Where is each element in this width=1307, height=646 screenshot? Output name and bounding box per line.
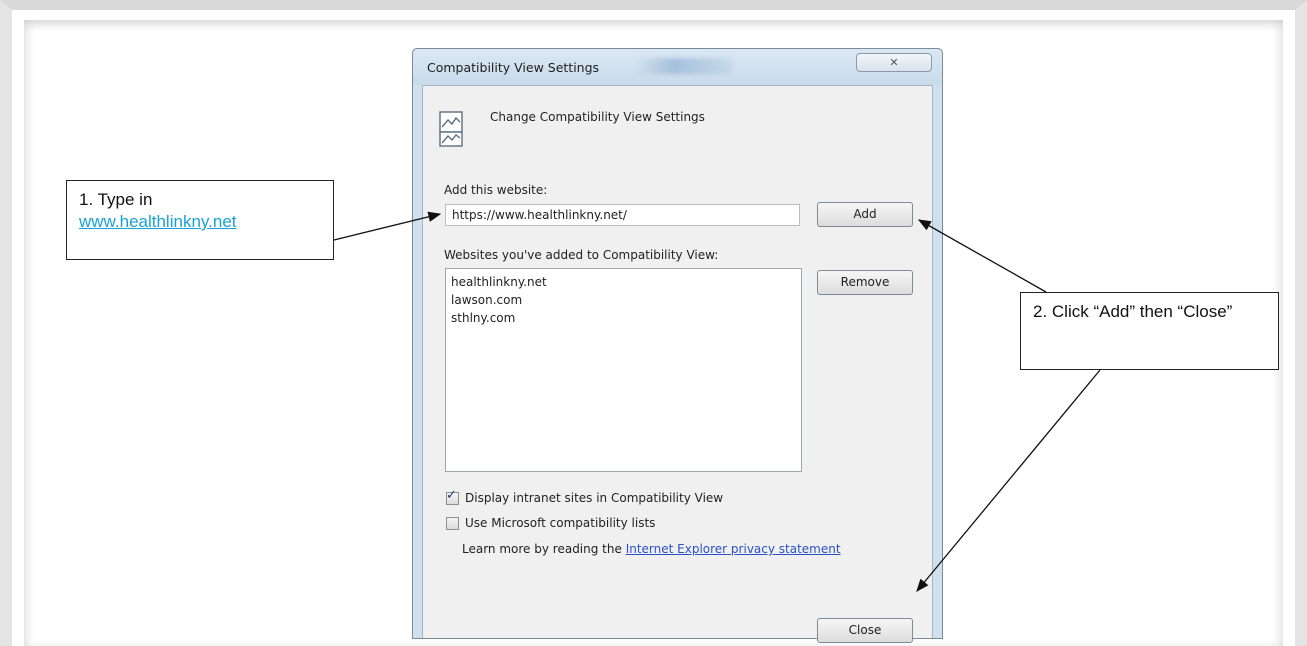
intranet-checkbox[interactable]: ✓: [446, 488, 459, 505]
ms-lists-checkbox[interactable]: [446, 516, 459, 530]
step-1-link[interactable]: www.healthlinkny.net: [79, 211, 321, 233]
add-button[interactable]: Add: [817, 202, 913, 227]
website-url-input[interactable]: [445, 204, 800, 226]
intranet-checkbox-row[interactable]: ✓ Display intranet sites in Compatibilit…: [446, 488, 724, 505]
step-2-callout: 2. Click “Add” then “Close”: [1020, 292, 1279, 370]
site-list-item[interactable]: healthlinkny.net: [451, 273, 796, 291]
added-sites-label: Websites you've added to Compatibility V…: [444, 248, 719, 262]
step-1-text: 1. Type in: [79, 190, 153, 209]
site-list-item[interactable]: lawson.com: [451, 291, 796, 309]
step-2-text: 2. Click “Add” then “Close”: [1033, 302, 1233, 321]
learn-more-prefix: Learn more by reading the: [462, 542, 626, 556]
close-window-icon[interactable]: ✕: [856, 53, 932, 72]
header-text: Change Compatibility View Settings: [490, 110, 705, 124]
site-list-item[interactable]: sthlny.com: [451, 309, 796, 327]
privacy-statement-link[interactable]: Internet Explorer privacy statement: [626, 542, 841, 556]
added-sites-list[interactable]: healthlinkny.net lawson.com sthlny.com: [445, 268, 802, 472]
compatibility-view-icon: [439, 111, 463, 147]
intranet-checkbox-label: Display intranet sites in Compatibility …: [465, 491, 724, 505]
ms-lists-checkbox-row[interactable]: Use Microsoft compatibility lists: [446, 516, 655, 530]
checkmark-icon: ✓: [446, 487, 457, 503]
titlebar-blur: [635, 58, 733, 74]
add-website-label: Add this website:: [444, 183, 548, 197]
step-1-callout: 1. Type in www.healthlinkny.net: [66, 180, 334, 260]
learn-more-text: Learn more by reading the Internet Explo…: [462, 542, 841, 556]
close-button[interactable]: Close: [817, 618, 913, 643]
remove-button[interactable]: Remove: [817, 270, 913, 295]
dialog-title: Compatibility View Settings: [427, 60, 600, 75]
compatibility-view-dialog: Compatibility View Settings ✕ Change Com…: [412, 48, 943, 643]
ms-lists-checkbox-label: Use Microsoft compatibility lists: [465, 516, 656, 530]
dialog-body: Change Compatibility View Settings Add t…: [422, 85, 933, 643]
dialog-titlebar: Compatibility View Settings ✕: [413, 49, 942, 85]
